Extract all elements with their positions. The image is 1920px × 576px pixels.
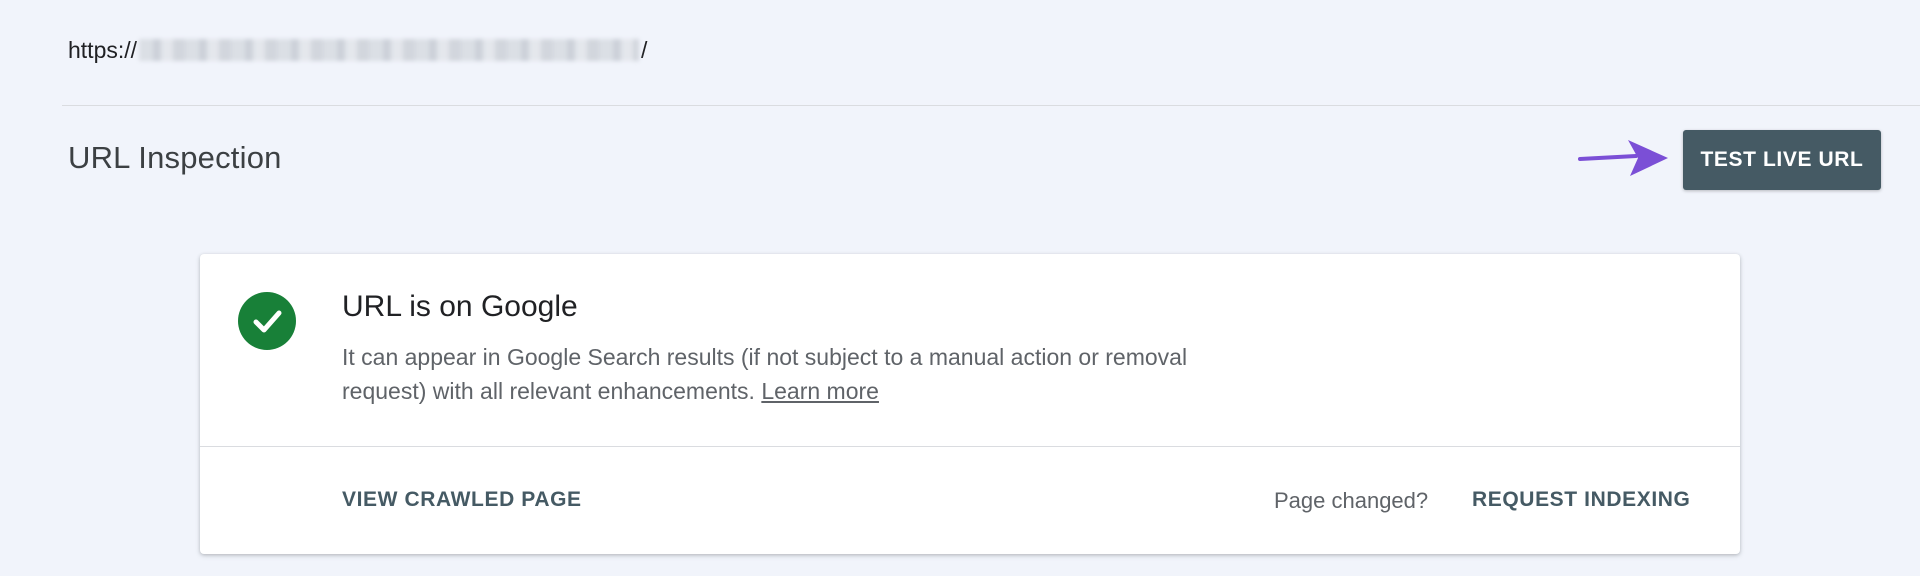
check-circle-icon	[238, 292, 296, 350]
page-title: URL Inspection	[68, 140, 282, 175]
url-redacted-segment	[139, 39, 640, 61]
url-prefix: https://	[68, 36, 138, 63]
status-description: It can appear in Google Search results (…	[342, 340, 1272, 408]
url-suffix: /	[641, 36, 648, 63]
url-inspection-page: https:// / URL Inspection TEST LIVE URL …	[0, 0, 1920, 576]
page-changed-text: Page changed?	[1274, 488, 1429, 513]
inspected-url: https:// /	[68, 32, 647, 68]
status-title: URL is on Google	[342, 290, 578, 323]
card-divider	[200, 446, 1740, 447]
index-status-card: URL is on Google It can appear in Google…	[200, 254, 1740, 554]
annotation-arrow-icon	[1578, 140, 1668, 176]
test-live-url-button[interactable]: TEST LIVE URL	[1683, 130, 1881, 190]
learn-more-link[interactable]: Learn more	[761, 378, 879, 404]
header-divider	[62, 105, 1920, 106]
request-indexing-button[interactable]: REQUEST INDEXING	[1472, 488, 1690, 512]
view-crawled-page-button[interactable]: VIEW CRAWLED PAGE	[342, 488, 582, 512]
